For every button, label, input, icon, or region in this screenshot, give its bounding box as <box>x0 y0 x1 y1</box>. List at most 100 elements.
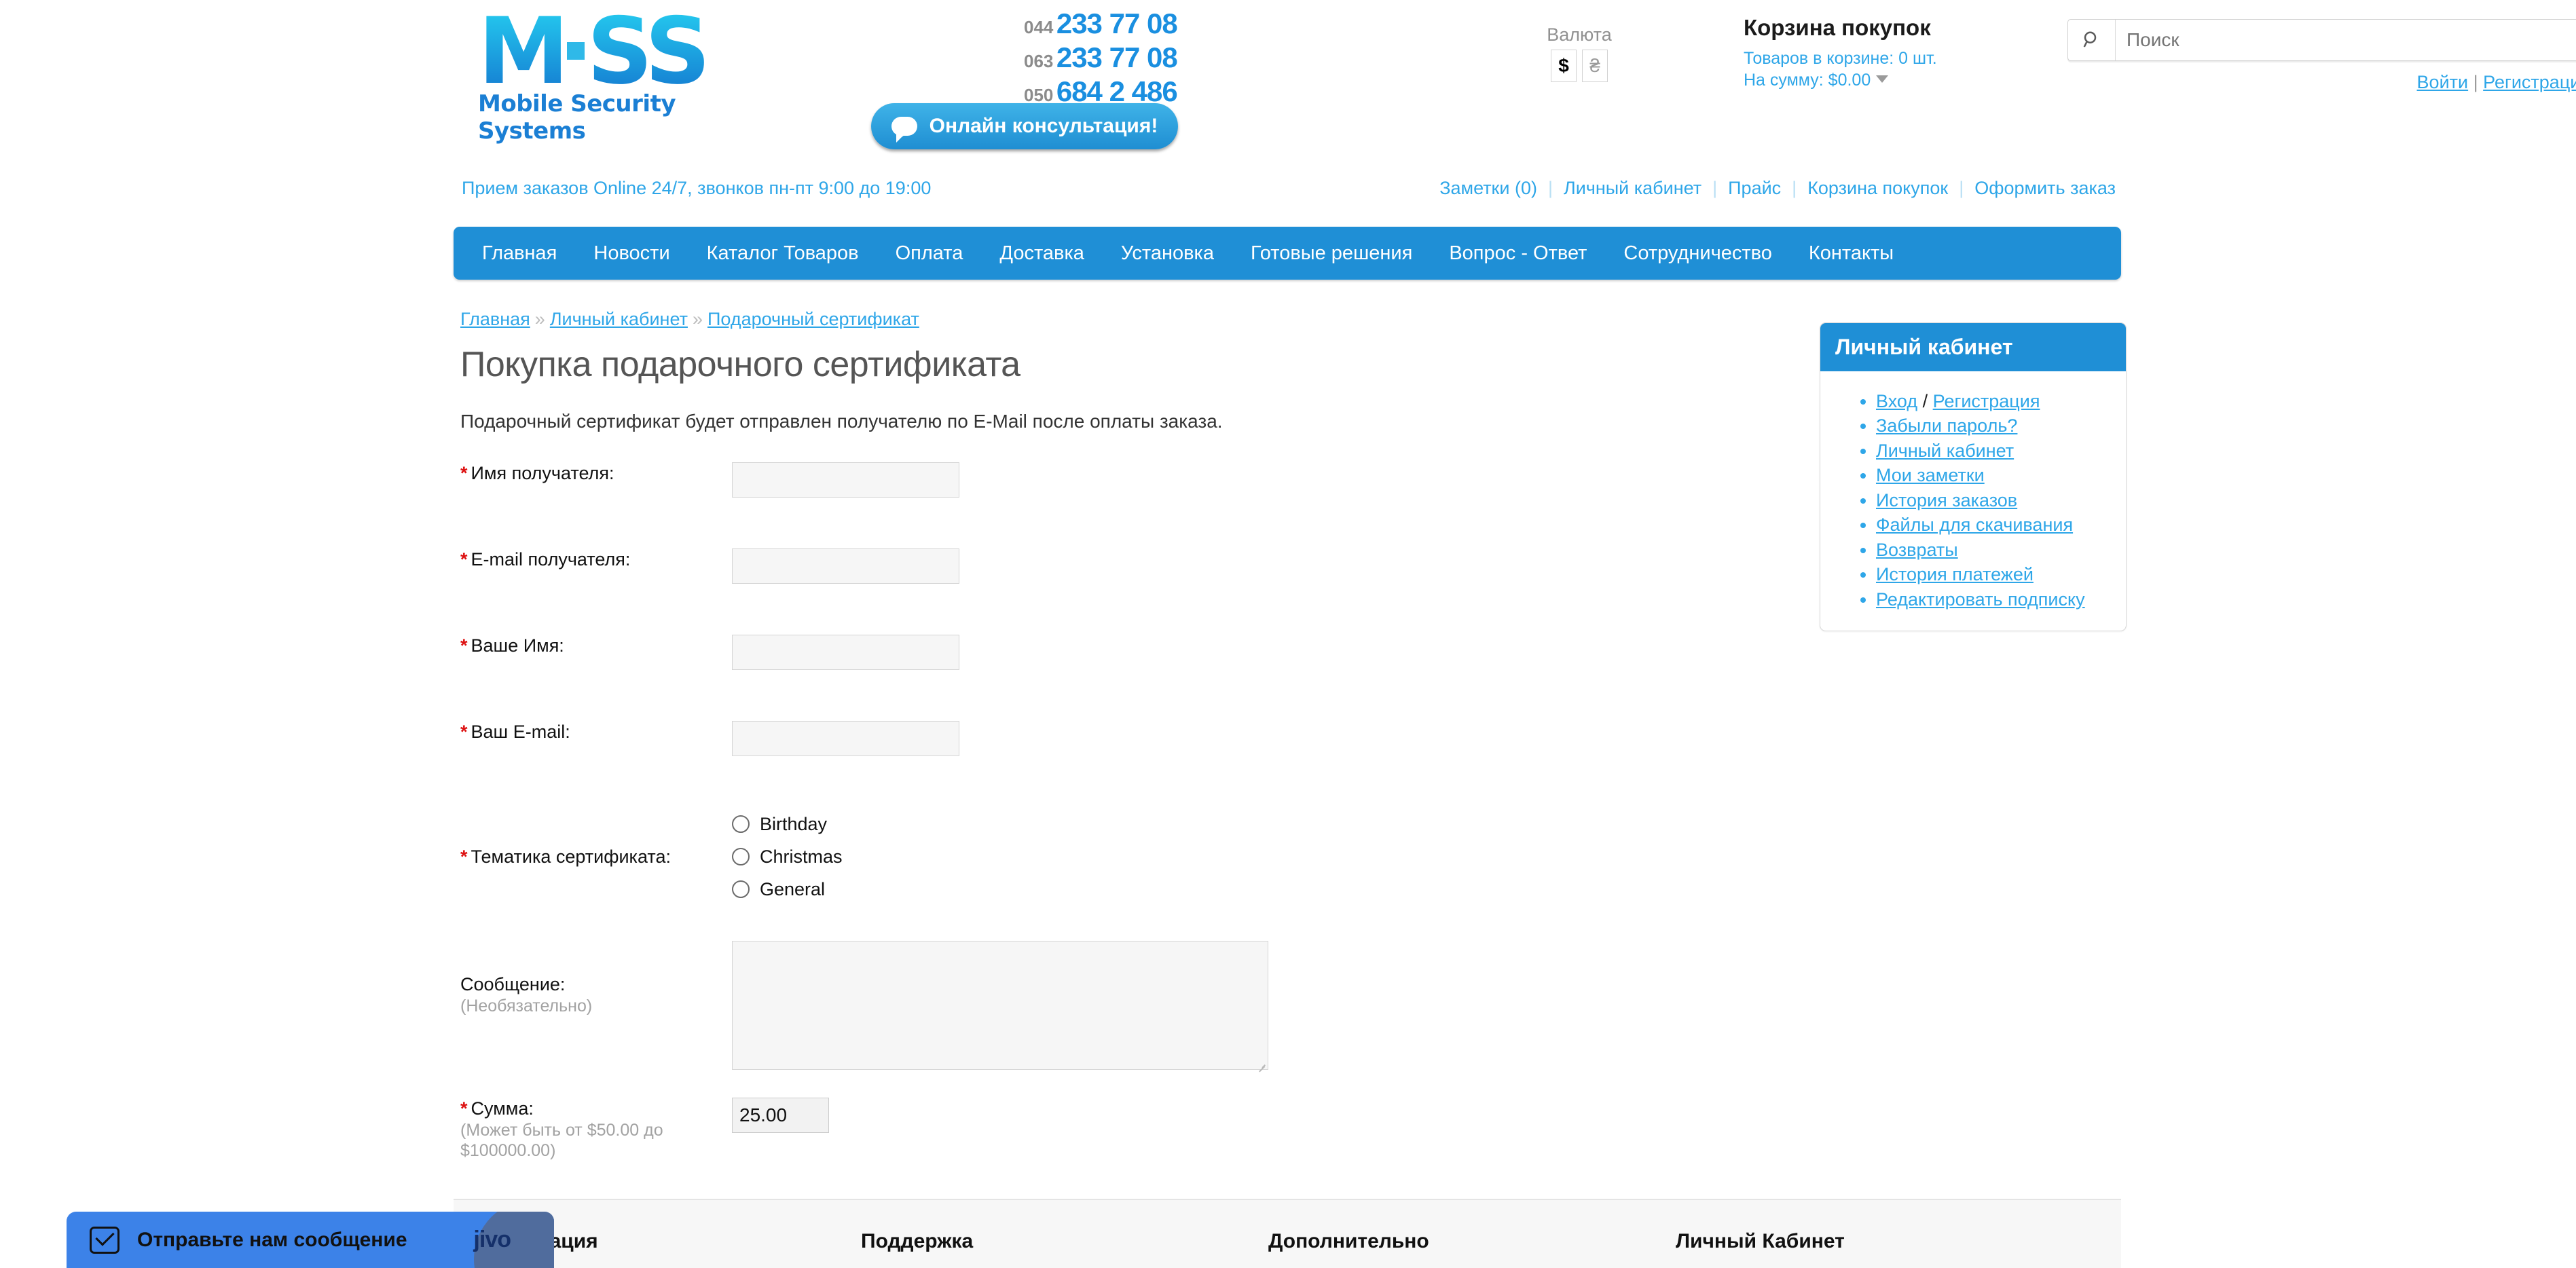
list-item: История платежей <box>1876 563 2112 586</box>
jivo-chat-widget[interactable]: Отправьте нам сообщение jivo <box>67 1212 554 1268</box>
register-link[interactable]: Регистрация <box>2483 72 2576 92</box>
radio-option-christmas[interactable]: Christmas <box>732 840 1805 873</box>
page-title: Покупка подарочного сертификата <box>460 345 1020 384</box>
nav-item-contacts[interactable]: Контакты <box>1790 242 1912 265</box>
list-item: История заказов <box>1876 489 2112 512</box>
nav-item-home[interactable]: Главная <box>454 242 575 265</box>
search-input[interactable] <box>2116 29 2576 51</box>
radio-icon[interactable] <box>732 848 750 865</box>
nav-item-faq[interactable]: Вопрос - Ответ <box>1431 242 1605 265</box>
sidebar-item-login[interactable]: Вход <box>1876 391 1917 411</box>
nav-item-payment[interactable]: Оплата <box>877 242 982 265</box>
sidebar-item-payment-history[interactable]: История платежей <box>1876 564 2034 584</box>
currency-selector: Валюта $ ₴ <box>1539 24 1620 82</box>
site-footer: Информация Поддержка Дополнительно Личны… <box>454 1199 2121 1268</box>
phone-area-code: 063 <box>1024 51 1054 71</box>
sidebar-list: Вход / Регистрация Забыли пароль? Личный… <box>1834 390 2112 611</box>
sidebar-item-forgot-password[interactable]: Забыли пароль? <box>1876 415 2017 436</box>
gift-certificate-form: * Имя получателя: * E-mail получателя: *… <box>454 462 1805 1268</box>
login-link[interactable]: Войти <box>2417 72 2469 92</box>
theme-radio-group: Birthday Christmas General <box>732 808 1805 906</box>
your-name-input[interactable] <box>732 635 959 670</box>
message-textarea[interactable] <box>732 941 1268 1070</box>
label-amount: * Сумма: (Может быть от $50.00 до $100000… <box>454 1098 732 1161</box>
nav-item-delivery[interactable]: Доставка <box>981 242 1103 265</box>
list-item: Возвраты <box>1876 539 2112 561</box>
phone-area-code: 050 <box>1024 85 1054 105</box>
breadcrumb-item-home[interactable]: Главная <box>460 309 530 329</box>
utility-link-cart[interactable]: Корзина покупок <box>1807 178 1948 198</box>
utility-strip: Прием заказов Online 24/7, звонков пн-пт… <box>454 178 2121 220</box>
sidebar-item-edit-subscription[interactable]: Редактировать подписку <box>1876 589 2085 610</box>
sidebar-item-order-history[interactable]: История заказов <box>1876 490 2017 510</box>
label-theme: * Тематика сертификата: <box>454 846 732 868</box>
page-wrapper: M SS Mobile Security Systems 044 233 77 0… <box>454 0 2576 220</box>
search-icon[interactable] <box>2068 20 2116 60</box>
required-marker: * <box>460 549 468 570</box>
site-logo[interactable]: M SS Mobile Security Systems <box>478 5 784 158</box>
utility-link-price[interactable]: Прайс <box>1728 178 1781 198</box>
nav-item-solutions[interactable]: Готовые решения <box>1232 242 1431 265</box>
radio-icon[interactable] <box>732 880 750 898</box>
nav-item-catalog[interactable]: Каталог Товаров <box>688 242 877 265</box>
main-column: Главная» Личный кабинет» Подарочный сертиф… <box>454 309 1805 1268</box>
sidebar-item-my-notes[interactable]: Мои заметки <box>1876 465 1985 485</box>
recipient-email-input[interactable] <box>732 548 959 584</box>
sidebar-item-downloads[interactable]: Файлы для скачивания <box>1876 515 2073 535</box>
radio-label: Birthday <box>760 813 828 834</box>
phone-number[interactable]: 233 77 08 <box>1056 7 1178 39</box>
footer-column-additional: Дополнительно <box>1268 1230 1429 1252</box>
required-marker: * <box>460 635 468 656</box>
currency-label: Валюта <box>1547 24 1612 45</box>
chevron-down-icon[interactable] <box>1876 75 1889 83</box>
breadcrumb-item-certificate[interactable]: Подарочный сертификат <box>707 309 919 329</box>
label-your-name: * Ваше Имя: <box>454 635 732 657</box>
form-row-recipient-email: * E-mail получателя: <box>454 548 1805 584</box>
envelope-icon <box>90 1226 119 1254</box>
online-consultation-button[interactable]: Онлайн консультация! <box>871 103 1178 149</box>
cart-total-label: На сумму: $0.00 <box>1744 71 1871 90</box>
cart-total[interactable]: На сумму: $0.00 <box>1744 69 2015 91</box>
nav-item-installation[interactable]: Установка <box>1103 242 1232 265</box>
amount-input[interactable] <box>732 1098 829 1133</box>
form-row-amount: * Сумма: (Может быть от $50.00 до $100000… <box>454 1098 1805 1161</box>
form-row-message: Сообщение: (Необязательно) <box>454 941 1805 1073</box>
list-item: Личный кабинет <box>1876 440 2112 462</box>
phone-number[interactable]: 684 2 486 <box>1056 75 1178 107</box>
sidebar-item-register[interactable]: Регистрация <box>1933 391 2040 411</box>
label-recipient-email: * E-mail получателя: <box>454 548 732 571</box>
breadcrumb-separator: » <box>692 309 703 329</box>
cart-item-count[interactable]: Товаров в корзине: 0 шт. <box>1744 48 2015 69</box>
utility-link-notes[interactable]: Заметки (0) <box>1439 178 1537 198</box>
recipient-name-input[interactable] <box>732 462 959 498</box>
breadcrumb-separator: » <box>534 309 545 329</box>
utility-link-account[interactable]: Личный кабинет <box>1564 178 1701 198</box>
currency-option-uah[interactable]: ₴ <box>1582 50 1608 82</box>
currency-option-usd[interactable]: $ <box>1551 50 1577 82</box>
phone-list: 044 233 77 08 063 233 77 08 050 684 2 48… <box>1024 7 1214 109</box>
nav-item-news[interactable]: Новости <box>575 242 688 265</box>
list-item: Редактировать подписку <box>1876 589 2112 611</box>
sidebar-item-returns[interactable]: Возвраты <box>1876 540 1958 560</box>
list-item: Файлы для скачивания <box>1876 514 2112 536</box>
form-row-theme: * Тематика сертификата: Birthday Christma… <box>454 808 1805 906</box>
your-email-input[interactable] <box>732 721 959 756</box>
search-box[interactable] <box>2067 19 2576 61</box>
nav-item-partnership[interactable]: Сотрудничество <box>1605 242 1790 265</box>
footer-column-account: Личный Кабинет <box>1676 1230 1845 1252</box>
radio-option-birthday[interactable]: Birthday <box>732 808 1805 840</box>
list-item: Забыли пароль? <box>1876 415 2112 437</box>
auth-links: Войти | Регистрация <box>2067 72 2576 93</box>
phone-number[interactable]: 233 77 08 <box>1056 41 1178 73</box>
utility-link-checkout[interactable]: Оформить заказ <box>1974 178 2116 198</box>
radio-icon[interactable] <box>732 815 750 833</box>
sidebar-item-account[interactable]: Личный кабинет <box>1876 441 2014 461</box>
radio-option-general[interactable]: General <box>732 873 1805 906</box>
label-hint: (Необязательно) <box>460 996 593 1015</box>
account-sidebar: Личный кабинет Вход / Регистрация Забыли… <box>1820 322 2127 632</box>
logo-tagline: Mobile Security Systems <box>478 90 676 145</box>
breadcrumb-item-account[interactable]: Личный кабинет <box>550 309 688 329</box>
